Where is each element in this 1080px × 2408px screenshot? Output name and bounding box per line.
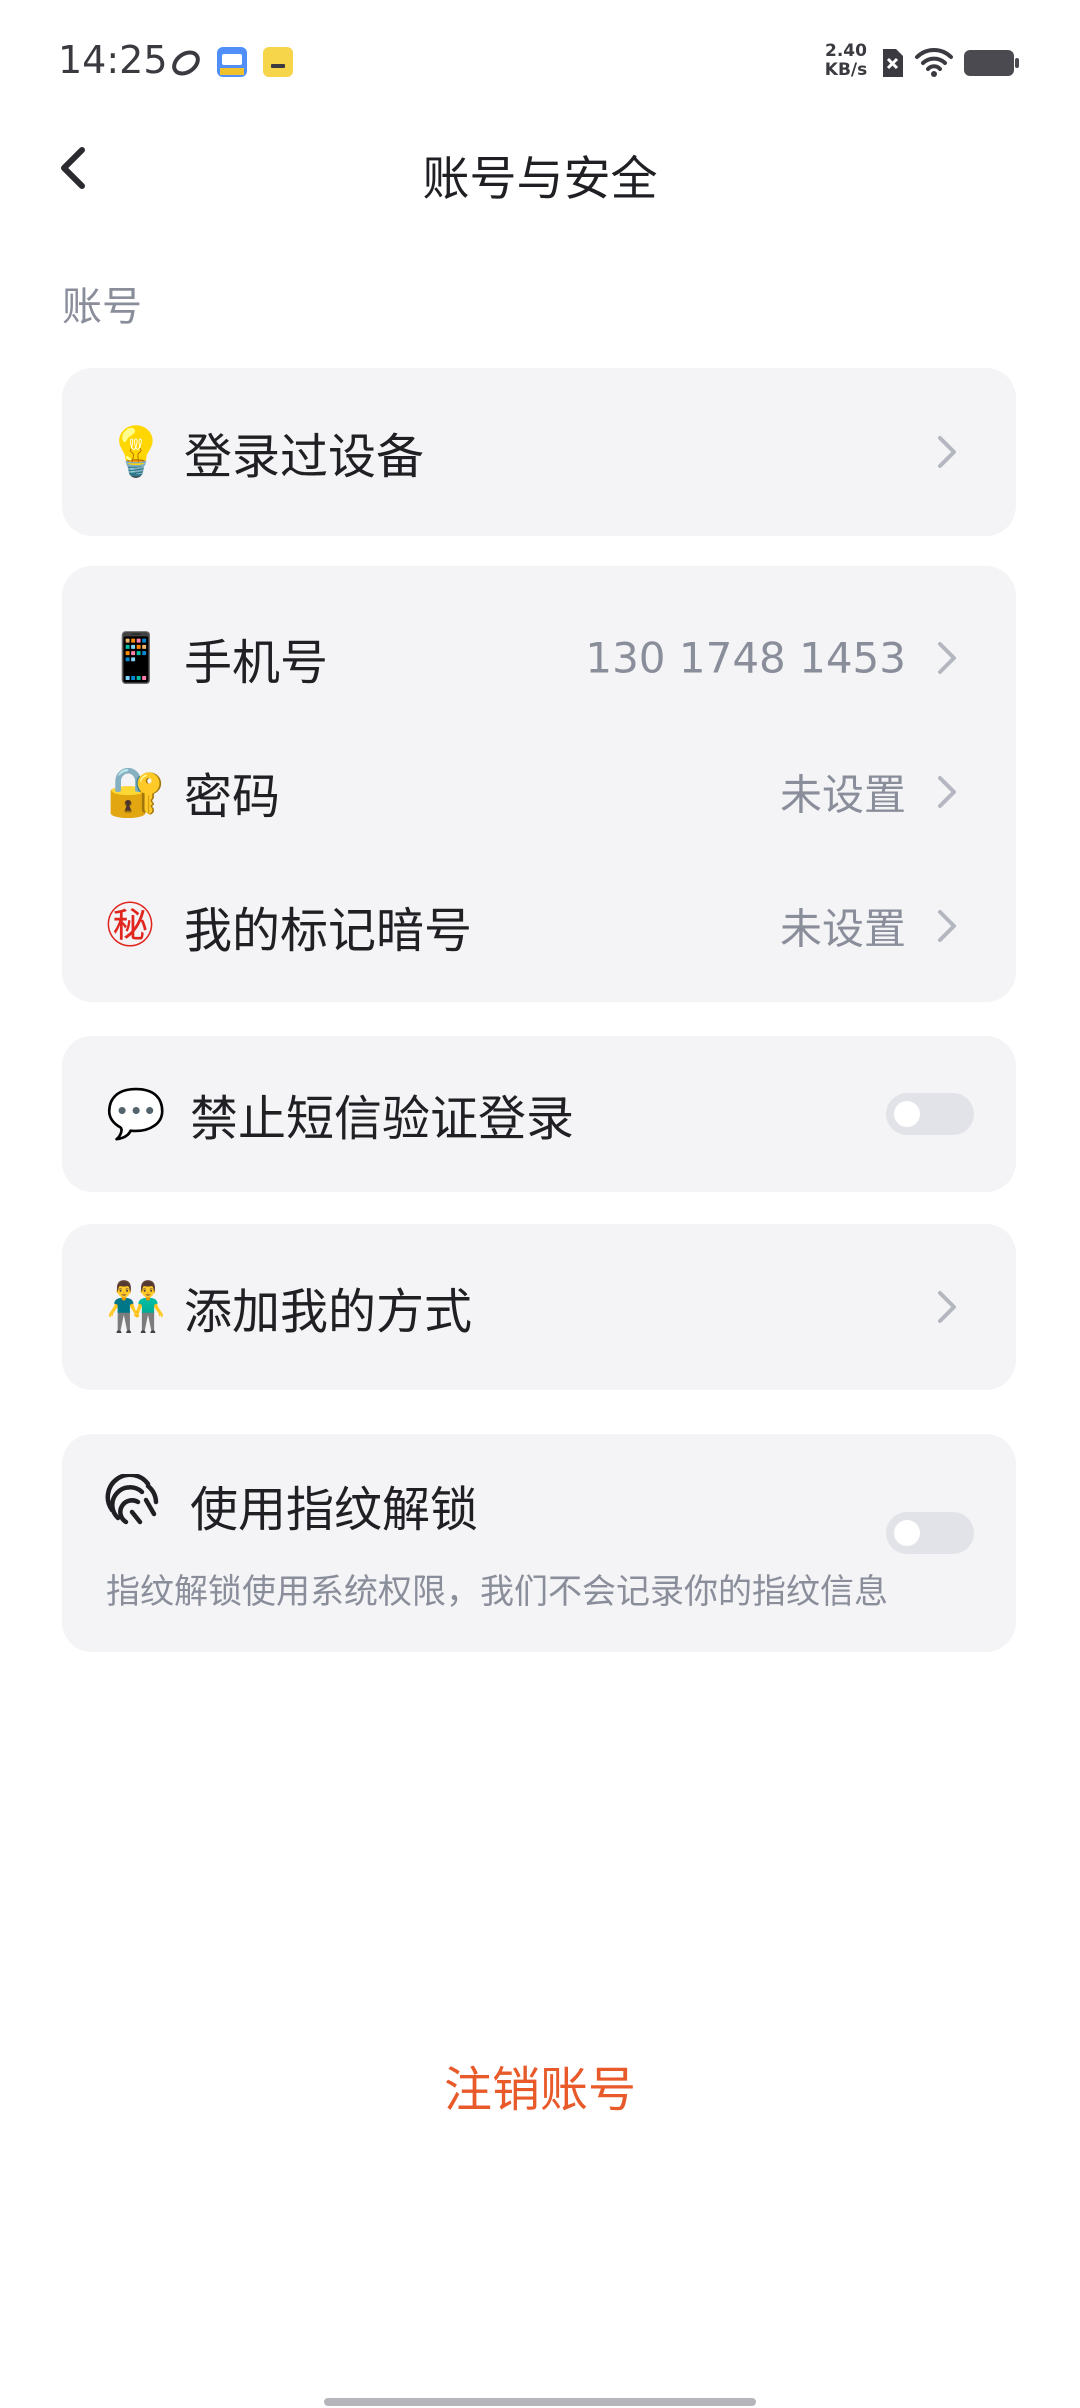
battery-icon (964, 50, 1020, 80)
sync-icon (170, 47, 202, 83)
chevron-right-icon (938, 910, 956, 942)
fingerprint-icon (105, 1474, 159, 1525)
row-login-devices[interactable]: 💡 登录过设备 (62, 392, 1016, 512)
lock-with-key-icon: 🔐 (106, 764, 166, 820)
lightbulb-icon: 💡 (106, 424, 166, 480)
network-speed: 2.40 KB/s (818, 42, 874, 80)
row-phone[interactable]: 📱 手机号 130 1748 1453 (62, 598, 1016, 718)
fingerprint-description: 指纹解锁使用系统权限，我们不会记录你的指纹信息 (106, 1572, 888, 1612)
fingerprint-label: 使用指纹解锁 (190, 1482, 479, 1538)
status-bar: 14:25 2.40 KB/s (0, 0, 1080, 120)
toggle-knob (894, 1101, 920, 1127)
credentials-card: 📱 手机号 130 1748 1453 🔐 密码 未设置 ㊙ 我的标记暗号 未设… (62, 566, 1016, 1002)
secret-code-status-value: 未设置 (779, 904, 906, 954)
chevron-right-icon (938, 1291, 956, 1323)
header: 账号与安全 (0, 120, 1080, 220)
sms-block-toggle[interactable] (886, 1093, 974, 1135)
devices-card: 💡 登录过设备 (62, 368, 1016, 536)
row-secret-code[interactable]: ㊙ 我的标记暗号 未设置 (62, 866, 1016, 986)
row-label: 禁止短信验证登录 (190, 1091, 575, 1147)
fingerprint-toggle[interactable] (886, 1512, 974, 1554)
row-password[interactable]: 🔐 密码 未设置 (62, 732, 1016, 852)
phone-number-value: 130 1748 1453 (585, 633, 906, 683)
mobile-phone-icon: 📱 (106, 630, 166, 686)
password-status-value: 未设置 (779, 770, 906, 820)
add-me-card: 👬 添加我的方式 (62, 1224, 1016, 1390)
section-label-account: 账号 (62, 284, 142, 330)
network-speed-unit: KB/s (824, 60, 868, 80)
row-label: 我的标记暗号 (184, 903, 473, 959)
home-indicator[interactable] (324, 2398, 756, 2406)
toggle-knob (894, 1520, 920, 1546)
no-sim-icon (880, 48, 904, 82)
delete-account-button[interactable]: 注销账号 (0, 2050, 1080, 2120)
row-label: 密码 (184, 769, 281, 825)
two-people-icon: 👬 (106, 1279, 166, 1335)
speech-bubble-icon: 💬 (106, 1086, 166, 1142)
row-label: 登录过设备 (184, 429, 425, 485)
sms-block-card: 💬 禁止短信验证登录 (62, 1036, 1016, 1192)
row-label: 手机号 (184, 635, 329, 691)
chevron-right-icon (938, 436, 956, 468)
fingerprint-card: 使用指纹解锁 指纹解锁使用系统权限，我们不会记录你的指纹信息 (62, 1434, 1016, 1652)
status-time: 14:25 (58, 38, 168, 82)
wifi-icon (914, 46, 954, 82)
chevron-right-icon (938, 642, 956, 674)
app-notification-icon (216, 46, 248, 82)
row-sms-block: 💬 禁止短信验证登录 (62, 1054, 1016, 1174)
network-speed-value: 2.40 (825, 41, 867, 61)
row-label: 添加我的方式 (184, 1284, 473, 1340)
app-notification-icon (262, 46, 294, 82)
page-title: 账号与安全 (422, 152, 658, 207)
chevron-right-icon (938, 776, 956, 808)
secret-badge-icon: ㊙ (106, 898, 155, 954)
row-add-me[interactable]: 👬 添加我的方式 (62, 1247, 1016, 1367)
